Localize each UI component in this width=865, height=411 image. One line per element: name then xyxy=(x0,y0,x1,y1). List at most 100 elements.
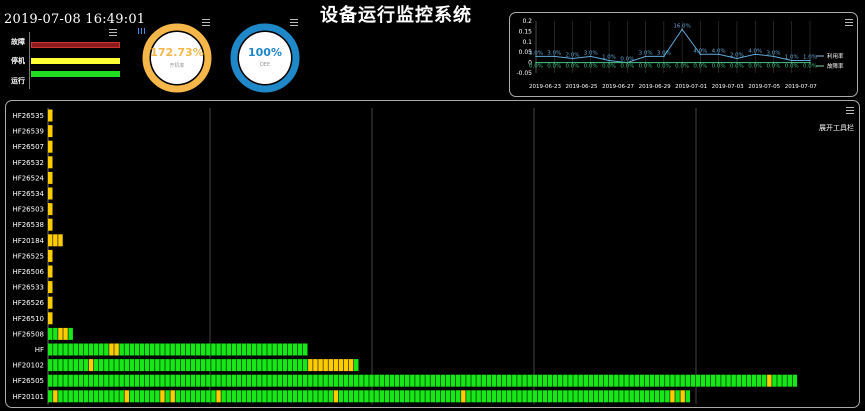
status-segment xyxy=(374,390,379,403)
status-segment xyxy=(644,374,650,387)
data-label: 2.0% xyxy=(730,52,744,58)
data-label: 0.0% xyxy=(602,64,616,70)
legend-menu-icon[interactable] xyxy=(109,29,117,36)
status-segment xyxy=(58,359,63,372)
status-segment xyxy=(139,343,145,356)
status-segment xyxy=(654,374,660,387)
status-segment xyxy=(277,390,282,403)
status-segment xyxy=(190,374,196,387)
status-segment xyxy=(318,374,323,387)
y-tick-label: -0.05 xyxy=(516,70,532,77)
data-label: 0.0% xyxy=(803,64,817,70)
data-label: 3.0% xyxy=(657,50,671,56)
category-label: HF20184 xyxy=(12,237,44,245)
status-segment xyxy=(48,312,53,325)
status-segment xyxy=(104,359,109,372)
status-segment xyxy=(430,374,435,387)
status-segment xyxy=(456,390,461,403)
data-label: 1.0% xyxy=(602,55,616,61)
status-chart-menu-icon[interactable] xyxy=(846,107,854,114)
status-segment xyxy=(231,390,237,403)
status-segment xyxy=(226,343,231,356)
gauge-oee-label: OEE xyxy=(259,62,271,68)
status-segment xyxy=(73,359,78,372)
status-segment xyxy=(241,374,247,387)
status-segment xyxy=(619,390,624,403)
status-segment xyxy=(731,374,736,387)
status-segment xyxy=(507,390,512,403)
trend-chart-menu-icon[interactable] xyxy=(845,19,853,26)
status-segment xyxy=(236,343,242,356)
status-segment xyxy=(471,390,476,403)
status-segment xyxy=(129,359,135,372)
y-tick-label: 0.2 xyxy=(522,18,532,25)
status-segment xyxy=(282,343,288,356)
status-segment xyxy=(573,374,578,387)
equipment-status-panel: 展开工具栏 HF26535 HF26539 HF26507 HF26532 HF2652… xyxy=(5,100,860,408)
status-segment xyxy=(379,374,384,387)
status-segment xyxy=(384,390,390,403)
status-segment xyxy=(558,374,563,387)
category-label: HF26503 xyxy=(12,206,44,214)
status-segment xyxy=(165,374,170,387)
data-label: 3.0% xyxy=(547,50,561,56)
legend-label-run: 运行 xyxy=(11,77,25,85)
status-segment xyxy=(114,359,119,372)
status-segment xyxy=(512,390,517,403)
status-segment xyxy=(573,390,578,403)
status-segment xyxy=(359,374,364,387)
status-segment xyxy=(649,374,655,387)
gauge-startup-menu-icon[interactable] xyxy=(202,19,210,26)
status-segment xyxy=(170,359,175,372)
status-segment xyxy=(782,374,787,387)
status-segment xyxy=(216,343,221,356)
legend-divider xyxy=(29,32,30,89)
status-segment xyxy=(338,374,344,387)
status-segment xyxy=(211,390,216,403)
status-segment xyxy=(450,390,456,403)
status-segment xyxy=(124,343,129,356)
status-segment xyxy=(308,359,313,372)
status-segment xyxy=(201,359,206,372)
status-segment xyxy=(333,359,339,372)
status-segment xyxy=(48,343,53,356)
category-label: HF26506 xyxy=(12,268,44,276)
status-segment xyxy=(318,359,323,372)
status-segment xyxy=(68,343,73,356)
status-segment xyxy=(598,374,604,387)
status-segment xyxy=(185,390,191,403)
category-label: HF26534 xyxy=(12,190,44,198)
status-segment xyxy=(476,390,481,403)
status-segment xyxy=(119,359,124,372)
status-segment xyxy=(262,343,267,356)
status-segment xyxy=(685,374,690,387)
status-segment xyxy=(195,343,201,356)
status-segment xyxy=(308,390,313,403)
data-label: 4.0% xyxy=(712,48,726,54)
status-segment xyxy=(303,343,308,356)
status-segment xyxy=(150,374,155,387)
status-segment xyxy=(109,359,114,372)
status-segment xyxy=(48,187,53,200)
status-segment xyxy=(129,374,135,387)
status-segment xyxy=(241,359,247,372)
expand-toolbar-link[interactable]: 展开工具栏 xyxy=(819,123,854,133)
status-segment xyxy=(53,327,58,340)
gauge-startup-rate: 172.73% 开机率 xyxy=(142,23,212,93)
data-label: 0.0% xyxy=(639,64,653,70)
legend-entry: 利用率 xyxy=(827,52,844,60)
data-label: 3.0% xyxy=(639,50,653,56)
status-segment xyxy=(93,374,99,387)
status-segment xyxy=(563,390,568,403)
data-label: 2.0% xyxy=(566,52,580,58)
status-segment xyxy=(603,390,609,403)
data-label: 0.0% xyxy=(712,64,726,70)
status-segment xyxy=(99,374,104,387)
gauge-oee-menu-icon[interactable] xyxy=(290,19,298,26)
status-segment xyxy=(680,374,685,387)
status-segment xyxy=(48,374,53,387)
category-label: HF26525 xyxy=(12,252,44,260)
status-segment xyxy=(48,218,53,231)
status-segment xyxy=(180,359,186,372)
status-segment xyxy=(445,390,451,403)
